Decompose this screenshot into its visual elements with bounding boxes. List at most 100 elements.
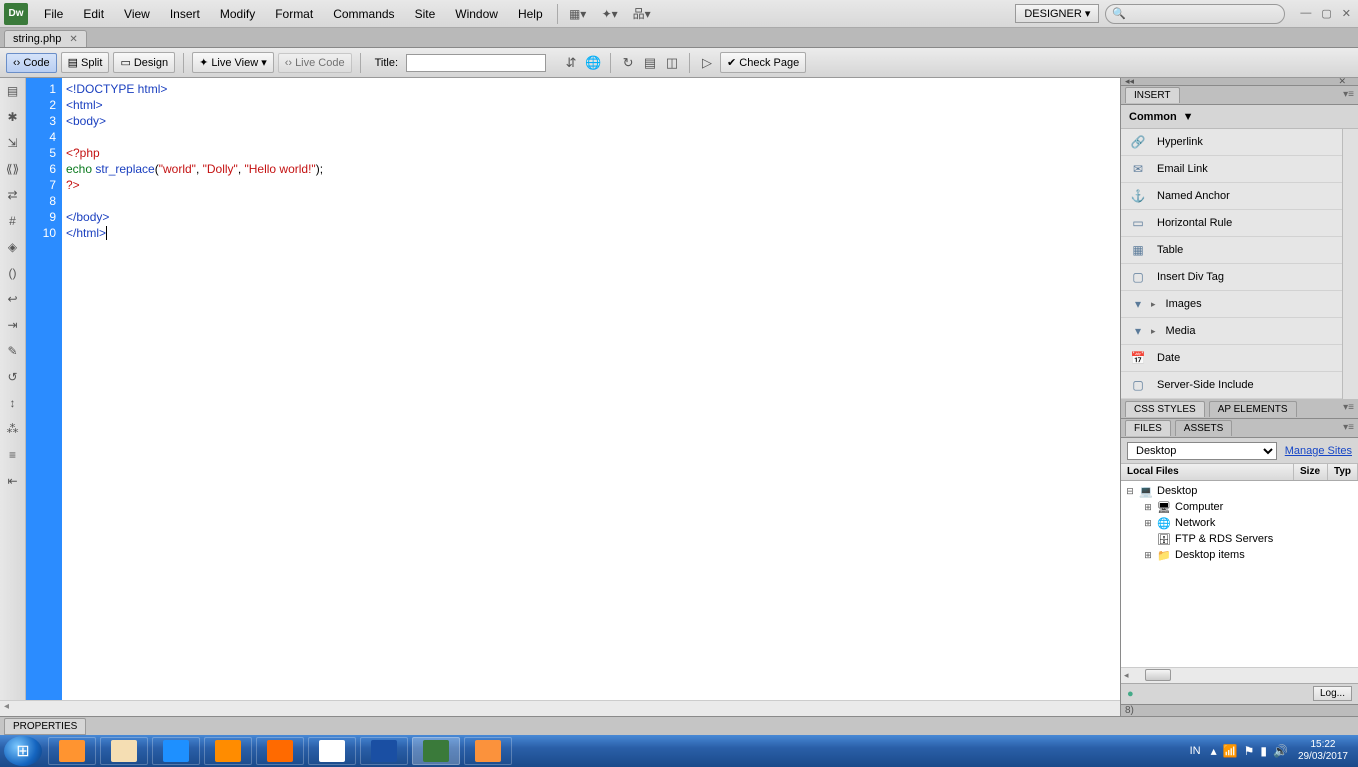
insert-horizontal-rule[interactable]: ▭Horizontal Rule <box>1121 210 1342 237</box>
layout-icon[interactable]: ▦▾ <box>564 4 592 24</box>
check-page-button[interactable]: ✔ Check Page <box>720 52 806 73</box>
workspace-switcher[interactable]: DESIGNER ▾ <box>1015 4 1099 23</box>
properties-tab[interactable]: PROPERTIES <box>4 718 86 735</box>
language-indicator[interactable]: IN <box>1190 745 1201 757</box>
highlight-icon[interactable]: ◈ <box>4 238 22 256</box>
menu-commands[interactable]: Commands <box>323 3 404 25</box>
insert-named-anchor[interactable]: ⚓Named Anchor <box>1121 183 1342 210</box>
wrap-icon[interactable]: ↩ <box>4 290 22 308</box>
h-scrollbar[interactable]: ◂ <box>0 700 1120 716</box>
validate-icon[interactable]: ▷ <box>698 54 716 72</box>
split-view-button[interactable]: ▤ Split <box>61 52 110 73</box>
menu-modify[interactable]: Modify <box>210 3 265 25</box>
syntax-icon[interactable]: () <box>4 264 22 282</box>
tab-close-icon[interactable]: ✕ <box>69 34 77 45</box>
network-icon[interactable]: 📶 <box>1223 744 1238 758</box>
title-input[interactable] <box>406 54 546 72</box>
file-mgmt-icon[interactable]: ⇵ <box>562 54 580 72</box>
taskbar-firefox[interactable] <box>256 737 304 765</box>
taskbar-chrome[interactable] <box>308 737 356 765</box>
balance-icon[interactable]: ⇄ <box>4 186 22 204</box>
tree-desktop-items[interactable]: ⊞📁Desktop items <box>1121 547 1358 563</box>
tray-up-icon[interactable]: ▴ <box>1211 744 1217 758</box>
expand-icon[interactable]: ⇲ <box>4 134 22 152</box>
files-tab[interactable]: FILES <box>1125 420 1171 436</box>
log-button[interactable]: Log... <box>1313 686 1352 701</box>
code-editor[interactable]: ▤ ✱ ⇲ ⟪⟫ ⇄ # ◈ () ↩ ⇥ ✎ ↺ ↕ ⁂ ≡ ⇤ 123456… <box>0 78 1120 700</box>
view-options-icon[interactable]: ▤ <box>641 54 659 72</box>
menu-window[interactable]: Window <box>445 3 508 25</box>
tree-computer[interactable]: ⊞🖥Computer <box>1121 499 1358 515</box>
close-icon[interactable]: ✕ <box>1339 7 1354 20</box>
battery-icon[interactable]: ▮ <box>1260 744 1267 758</box>
files-tree[interactable]: ⊟💻Desktop⊞🖥Computer⊞🌐Network🗄FTP & RDS S… <box>1121 481 1358 666</box>
site-icon[interactable]: 品▾ <box>628 4 656 24</box>
snippets-icon[interactable]: ✎ <box>4 342 22 360</box>
code-view-button[interactable]: ‹› Code <box>6 53 57 73</box>
format-icon[interactable]: ≡ <box>4 446 22 464</box>
insert-hyperlink[interactable]: 🔗Hyperlink <box>1121 129 1342 156</box>
menu-file[interactable]: File <box>34 3 73 25</box>
move-icon[interactable]: ↕ <box>4 394 22 412</box>
site-select[interactable]: Desktop <box>1127 442 1277 460</box>
visual-aids-icon[interactable]: ◫ <box>663 54 681 72</box>
line-num-icon[interactable]: # <box>4 212 22 230</box>
insert-table[interactable]: ▦Table <box>1121 237 1342 264</box>
tree-desktop[interactable]: ⊟💻Desktop <box>1121 483 1358 499</box>
panel-menu-icon[interactable]: ▾≡ <box>1343 89 1354 100</box>
comment-icon[interactable]: ⁂ <box>4 420 22 438</box>
start-button[interactable] <box>4 736 42 766</box>
title-label: Title: <box>375 57 398 69</box>
insert-images[interactable]: ▾▸Images <box>1121 291 1342 318</box>
preview-icon[interactable]: 🌐 <box>584 54 602 72</box>
menu-help[interactable]: Help <box>508 3 553 25</box>
panel-menu-icon[interactable]: ▾≡ <box>1343 422 1354 433</box>
taskbar-kupu[interactable] <box>204 737 252 765</box>
tree-network[interactable]: ⊞🌐Network <box>1121 515 1358 531</box>
document-tab[interactable]: string.php ✕ <box>4 30 87 47</box>
live-view-button[interactable]: ✦ Live View ▾ <box>192 52 274 73</box>
menu-insert[interactable]: Insert <box>160 3 210 25</box>
clock[interactable]: 15:22 29/03/2017 <box>1298 739 1348 763</box>
ap-elements-tab[interactable]: AP ELEMENTS <box>1209 401 1297 417</box>
design-view-button[interactable]: ▭ Design <box>113 52 175 73</box>
insert-server-side-include[interactable]: ▢Server-Side Include <box>1121 372 1342 399</box>
assets-tab[interactable]: ASSETS <box>1175 420 1232 436</box>
insert-email-link[interactable]: ✉Email Link <box>1121 156 1342 183</box>
tree-ftp-rds-servers[interactable]: 🗄FTP & RDS Servers <box>1121 531 1358 547</box>
insert-date[interactable]: 📅Date <box>1121 345 1342 372</box>
taskbar-malwarebytes[interactable] <box>360 737 408 765</box>
menu-format[interactable]: Format <box>265 3 323 25</box>
taskbar-xampp[interactable] <box>464 737 512 765</box>
recent-icon[interactable]: ↺ <box>4 368 22 386</box>
indent-icon[interactable]: ⇥ <box>4 316 22 334</box>
taskbar-media-player[interactable] <box>48 737 96 765</box>
insert-scrollbar[interactable] <box>1342 129 1358 399</box>
maximize-icon[interactable]: ▢ <box>1318 7 1334 20</box>
extend-icon[interactable]: ✦▾ <box>596 4 624 24</box>
open-docs-icon[interactable]: ▤ <box>4 82 22 100</box>
action-icon[interactable]: ⚑ <box>1244 744 1255 758</box>
select-parent-icon[interactable]: ⟪⟫ <box>4 160 22 178</box>
menu-site[interactable]: Site <box>405 3 446 25</box>
panel-menu-icon[interactable]: ▾≡ <box>1343 402 1354 413</box>
taskbar-dreamweaver[interactable] <box>412 737 460 765</box>
code-content[interactable]: <!DOCTYPE html><html><body><?phpecho str… <box>62 78 1120 700</box>
manage-sites-link[interactable]: Manage Sites <box>1285 445 1352 457</box>
insert-category[interactable]: Common▼ <box>1121 105 1358 129</box>
insert-tab[interactable]: INSERT <box>1125 87 1180 103</box>
menu-view[interactable]: View <box>114 3 160 25</box>
menu-edit[interactable]: Edit <box>73 3 114 25</box>
volume-icon[interactable]: 🔊 <box>1273 744 1288 758</box>
files-h-scrollbar[interactable]: ◂ <box>1121 667 1358 683</box>
refresh-icon[interactable]: ↻ <box>619 54 637 72</box>
search-box[interactable]: 🔍 <box>1105 4 1285 24</box>
insert-media[interactable]: ▾▸Media <box>1121 318 1342 345</box>
taskbar-explorer[interactable] <box>100 737 148 765</box>
minimize-icon[interactable]: — <box>1297 7 1314 20</box>
insert-insert-div-tag[interactable]: ▢Insert Div Tag <box>1121 264 1342 291</box>
outdent-icon[interactable]: ⇤ <box>4 472 22 490</box>
css-styles-tab[interactable]: CSS STYLES <box>1125 401 1205 417</box>
collapse-icon[interactable]: ✱ <box>4 108 22 126</box>
taskbar-ie[interactable] <box>152 737 200 765</box>
